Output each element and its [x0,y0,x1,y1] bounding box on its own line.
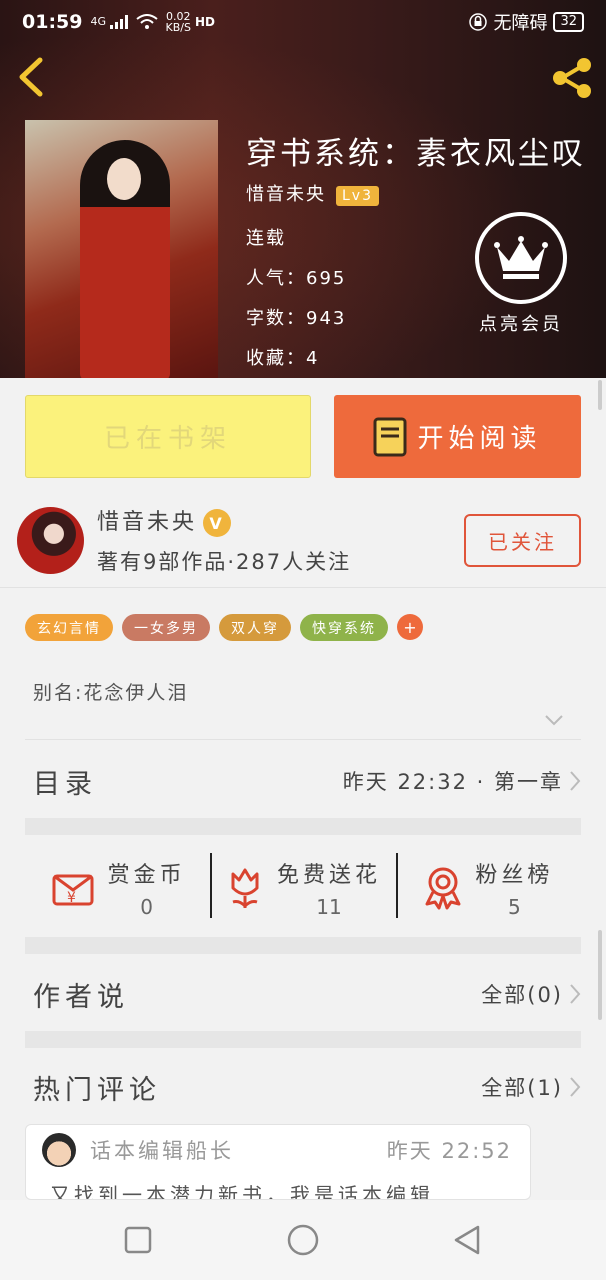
author-level-badge: Lv3 [336,186,379,206]
lock-icon [469,13,488,31]
in-shelf-button[interactable]: 已在书架 [25,395,311,478]
scrollbar-thumb[interactable] [598,930,602,1020]
catalog-latest: 昨天 22:32 · 第一章 [343,766,581,796]
share-icon [553,58,591,98]
commenter-avatar[interactable] [42,1133,76,1167]
catalog-row[interactable]: 目录 昨天 22:32 · 第一章 [25,755,581,807]
author-avatar[interactable] [17,507,84,574]
network-label: 4G [90,15,107,28]
reward-coins[interactable]: ¥ 赏金币 0 [25,835,210,940]
wifi-icon [135,14,158,29]
verified-icon: V [203,509,232,537]
crown-icon [494,236,548,279]
start-reading-button[interactable]: 开始阅读 [334,395,581,478]
network-speed: 0.02 KB/S [166,11,191,33]
vip-label: 点亮会员 [479,314,563,335]
hot-comments-all: 全部(1) [481,1076,563,1100]
author-stats: 著有9部作品·287人关注 [97,550,352,574]
divider [25,739,581,740]
interaction-stats: ¥ 赏金币 0 免费送花 11 粉丝榜 5 [25,835,581,940]
comment-time: 昨天 22:52 [386,1139,512,1163]
commenter-name[interactable]: 话本编辑船长 [90,1135,234,1165]
stat-value: 11 [316,894,342,919]
hd-indicator: HD [194,15,215,29]
share-button[interactable] [550,56,596,100]
section-gap [25,818,581,835]
book-status: 连载 [246,228,286,249]
fan-ranking[interactable]: 粉丝榜 5 [395,835,581,940]
signal-icon [109,15,128,29]
tag-item[interactable]: 玄幻言情 [25,614,113,641]
system-nav-bar [0,1200,606,1280]
battery-indicator: 32 [553,12,584,32]
back-button[interactable] [14,56,48,98]
tag-item[interactable]: 双人穿 [219,614,291,641]
network-indicator: 4G [90,15,128,29]
catalog-title: 目录 [33,768,97,800]
stat-label: 粉丝榜 [475,862,554,888]
book-favorites: 收藏：4 [246,348,320,369]
status-time: 01:59 [22,11,83,33]
hot-comments-link: 全部(1) [481,1072,581,1102]
triangle-back-icon [454,1225,480,1255]
book-icon [373,417,407,456]
expand-button[interactable] [544,712,564,726]
author-name[interactable]: 惜音未央 V [97,504,232,537]
stat-label: 免费送花 [276,862,381,888]
author-says-title: 作者说 [33,981,129,1013]
author-says-all: 全部(0) [481,983,563,1007]
book-popularity: 人气：695 [246,268,347,289]
book-author: 惜音未央 [246,184,326,205]
book-alias: 别名:花念伊人泪 [33,682,189,704]
hot-comments-row[interactable]: 热门评论 全部(1) [25,1061,581,1113]
status-bar: 01:59 4G 0.02 KB/S HD 无障碍 32 [0,0,606,44]
svg-text:¥: ¥ [67,890,76,906]
red-envelope-icon: ¥ [52,874,94,906]
flower-icon [231,868,259,908]
send-flowers[interactable]: 免费送花 11 [210,835,395,940]
speed-unit: KB/S [165,21,191,34]
hot-comments-title: 热门评论 [33,1074,161,1106]
comment-card[interactable]: 话本编辑船长 昨天 22:52 又找到一本潜力新书，我是话本编辑 [25,1124,531,1200]
circle-icon [287,1224,319,1256]
author-card: 惜音未央 V 著有9部作品·287人关注 已关注 [0,500,606,588]
start-reading-label: 开始阅读 [417,424,542,454]
home-button[interactable] [283,1220,323,1260]
author-name-text: 惜音未央 [97,510,198,535]
chevron-right-icon [570,771,581,791]
cover-face [107,158,141,200]
book-author-row[interactable]: 惜音未央 Lv3 [246,180,379,206]
tag-list: 玄幻言情 一女多男 双人穿 快穿系统 + [25,614,423,641]
chevron-down-icon [545,715,563,726]
author-says-row[interactable]: 作者说 全部(0) [25,968,581,1020]
comment-text: 又找到一本潜力新书，我是话本编辑 [50,1183,434,1200]
add-tag-button[interactable]: + [397,614,423,640]
chevron-right-icon [570,984,581,1004]
stat-value: 5 [507,894,521,919]
author-says-link: 全部(0) [481,979,581,1009]
tag-item[interactable]: 一女多男 [122,614,210,641]
scrollbar[interactable] [598,380,602,410]
stat-value: 0 [140,894,154,919]
book-cover[interactable] [25,120,218,378]
book-word-count: 字数：943 [246,308,347,329]
chevron-left-icon [19,57,43,97]
accessibility-label: 无障碍 [493,13,548,34]
stat-label: 赏金币 [107,862,186,888]
tag-item[interactable]: 快穿系统 [300,614,388,641]
medal-icon [425,867,461,909]
catalog-updated: 昨天 22:32 · 第一章 [342,770,563,794]
recent-apps-button[interactable] [118,1220,158,1260]
vip-button[interactable]: 点亮会员 [470,212,572,336]
section-gap [25,937,581,954]
follow-button[interactable]: 已关注 [464,514,581,567]
book-title: 穿书系统：素衣风尘叹 [246,136,586,172]
vip-badge [475,212,567,304]
square-icon [124,1226,152,1254]
chevron-right-icon [570,1077,581,1097]
back-nav-button[interactable] [448,1220,488,1260]
section-gap [25,1031,581,1048]
